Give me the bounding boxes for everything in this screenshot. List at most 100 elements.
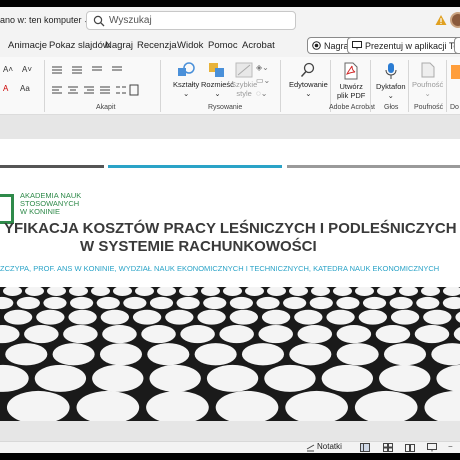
present-icon <box>352 41 362 50</box>
font-size-icon[interactable]: A˄ <box>3 65 13 74</box>
disc-shape <box>442 296 460 310</box>
zoom-out-icon[interactable]: − <box>448 442 453 451</box>
disc-shape <box>141 325 176 344</box>
designer-button[interactable] <box>450 64 460 82</box>
avatar[interactable] <box>450 12 460 28</box>
ribbon-tabs: Animacje Pokaz slajdów Nagraj Recenzja W… <box>0 35 460 57</box>
save-status[interactable]: ano w: ten komputer⌄ <box>0 15 90 25</box>
disc-shape <box>379 364 431 392</box>
disc-shape <box>414 325 450 344</box>
tab-animations[interactable]: Animacje <box>8 40 47 51</box>
slide-decor-bar <box>108 165 282 168</box>
tab-slideshow[interactable]: Pokaz slajdów <box>49 40 110 51</box>
disc-shape <box>453 327 460 342</box>
disc-shape <box>289 287 308 296</box>
slide-canvas[interactable]: AKADEMIA NAUK STOSOWANYCH W KONINIE YFIK… <box>0 139 460 421</box>
disc-shape <box>423 309 452 325</box>
slide-sorter-icon[interactable] <box>383 443 393 452</box>
disc-shape <box>180 325 215 344</box>
white-discs-image <box>0 287 460 421</box>
tab-review[interactable]: Recenzja <box>137 40 177 51</box>
group-label-voice: Głos <box>384 104 399 111</box>
shape-fill-icon[interactable]: ◈⌄ <box>256 63 269 72</box>
disc-shape <box>333 287 352 296</box>
disc-shape <box>206 364 259 392</box>
disc-shape <box>16 296 40 310</box>
sensitivity-button[interactable]: Poufność ⌄ <box>412 62 443 98</box>
disc-shape <box>321 364 374 392</box>
tab-record[interactable]: Nagraj <box>105 40 133 51</box>
pdf-icon <box>344 62 358 80</box>
disc-shape <box>326 309 355 325</box>
ribbon: A˄ A˅ A Aa Akapit Kształty ⌄ Rozmieść ⌄ … <box>0 57 460 115</box>
font-shrink-icon[interactable]: A˅ <box>22 65 32 74</box>
quick-styles-button[interactable]: Szybkie style <box>231 62 257 98</box>
disc-shape <box>24 325 59 344</box>
powerpoint-window: ano w: ten komputer⌄ Wyszukaj Animacje P… <box>0 7 460 453</box>
reading-view-icon[interactable] <box>405 443 415 452</box>
slide-photo-white-discs[interactable] <box>0 287 460 421</box>
disc-shape <box>92 364 144 392</box>
quick-styles-icon <box>235 62 253 78</box>
disc-shape <box>25 287 44 296</box>
arrange-button[interactable]: Rozmieść ⌄ <box>201 62 234 98</box>
font-color-icon[interactable]: A <box>3 84 8 93</box>
disc-shape <box>309 296 333 310</box>
disc-shape <box>256 296 280 310</box>
paragraph-tools-icon[interactable] <box>50 63 140 99</box>
disc-shape <box>123 296 147 310</box>
designer-icon <box>451 65 460 79</box>
tab-help[interactable]: Pomoc <box>208 40 238 51</box>
disc-shape <box>69 287 88 296</box>
shape-outline-icon[interactable]: ▭⌄ <box>256 76 270 85</box>
slide-title-line-1[interactable]: YFIKACJA KOSZTÓW PRACY LEŚNICZYCH I PODL… <box>4 220 457 237</box>
disc-shape <box>390 309 420 325</box>
normal-view-icon[interactable] <box>360 443 370 452</box>
disc-shape <box>289 343 332 366</box>
disc-shape <box>43 296 67 310</box>
dictate-button[interactable]: Dyktafon ⌄ <box>376 62 406 100</box>
disc-shape <box>63 325 98 344</box>
divider <box>44 60 45 112</box>
case-icon[interactable]: Aa <box>20 84 30 93</box>
disc-shape <box>399 287 418 296</box>
group-label-designer: Do <box>450 104 459 111</box>
disc-shape <box>52 343 95 366</box>
slide-decor-bar <box>287 165 460 168</box>
shapes-icon <box>178 62 195 76</box>
slideshow-icon[interactable] <box>427 443 437 452</box>
disc-shape <box>375 325 411 344</box>
slide-title-line-2[interactable]: W SYSTEMIE RACHUNKOWOŚCI <box>80 238 317 255</box>
slide-decor-bar <box>0 165 104 168</box>
group-label-adobe: Adobe Acrobat <box>329 104 375 111</box>
disc-shape <box>3 287 22 296</box>
disc-shape <box>336 296 360 310</box>
search-input[interactable]: Wyszukaj <box>86 11 296 30</box>
disc-shape <box>355 287 374 296</box>
tab-view[interactable]: Widok <box>177 40 203 51</box>
create-pdf-button[interactable]: Utwórz plik PDF <box>337 62 365 100</box>
disc-shape <box>5 343 48 366</box>
warning-icon[interactable] <box>435 14 447 26</box>
disc-shape <box>102 325 137 344</box>
shape-effects-icon[interactable]: ◌⌄ <box>256 89 267 98</box>
divider <box>280 60 281 112</box>
present-in-teams-button[interactable]: Prezentuj w aplikacji Teams <box>347 37 460 54</box>
disc-shape <box>215 390 279 421</box>
microphone-icon <box>385 63 397 79</box>
disc-shape <box>96 296 120 310</box>
disc-shape <box>165 309 194 325</box>
notes-button[interactable]: Notatki <box>317 442 342 451</box>
disc-shape <box>354 390 418 421</box>
disc-shape <box>70 296 94 310</box>
disc-shape <box>267 287 286 296</box>
share-button[interactable] <box>454 37 460 54</box>
slide-authors[interactable]: ZCZYPA, PROF. ANS W KONINIE, WYDZIAŁ NAU… <box>0 264 439 273</box>
disc-shape <box>311 287 330 296</box>
disc-shape <box>179 287 198 296</box>
disc-shape <box>113 287 132 296</box>
divider <box>160 60 161 112</box>
editing-button[interactable]: Edytowanie ⌄ <box>289 62 328 98</box>
tab-acrobat[interactable]: Acrobat <box>242 40 275 51</box>
shapes-button[interactable]: Kształty ⌄ <box>173 62 199 98</box>
